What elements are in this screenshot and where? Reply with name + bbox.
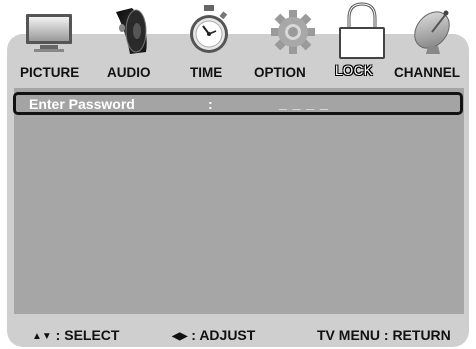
up-down-arrows-icon: ▲▼ xyxy=(32,331,52,342)
password-label: Enter Password xyxy=(29,96,135,112)
tv-osd-menu: PICTURE AUDIO TIME OPTION LOCK CHANNEL E… xyxy=(0,0,476,349)
footer-return-hint: TV MENU : RETURN xyxy=(317,327,451,343)
password-separator: : xyxy=(208,96,213,112)
stopwatch-icon[interactable] xyxy=(185,2,233,58)
tab-lock[interactable]: LOCK xyxy=(335,63,373,78)
footer-adjust-hint: ◀▶ : ADJUST xyxy=(172,327,255,343)
tab-option[interactable]: OPTION xyxy=(254,65,306,80)
monitor-icon[interactable] xyxy=(20,2,78,58)
left-right-arrows-icon: ◀▶ xyxy=(172,331,188,342)
password-input[interactable]: _ _ _ _ xyxy=(279,95,329,111)
speaker-icon[interactable] xyxy=(106,4,154,58)
select-hint-text: : SELECT xyxy=(51,327,120,343)
footer-select-hint: ▲▼ : SELECT xyxy=(32,327,119,343)
gear-icon[interactable] xyxy=(268,2,318,58)
satellite-dish-icon[interactable] xyxy=(408,4,458,58)
password-row[interactable]: Enter Password : _ _ _ _ xyxy=(13,92,463,115)
adjust-hint-text: : ADJUST xyxy=(187,327,256,343)
padlock-icon[interactable] xyxy=(332,0,392,60)
tab-time[interactable]: TIME xyxy=(190,65,222,80)
tab-audio[interactable]: AUDIO xyxy=(107,65,151,80)
tab-picture[interactable]: PICTURE xyxy=(20,65,79,80)
lock-content-area xyxy=(14,88,464,314)
tab-channel[interactable]: CHANNEL xyxy=(394,65,460,80)
